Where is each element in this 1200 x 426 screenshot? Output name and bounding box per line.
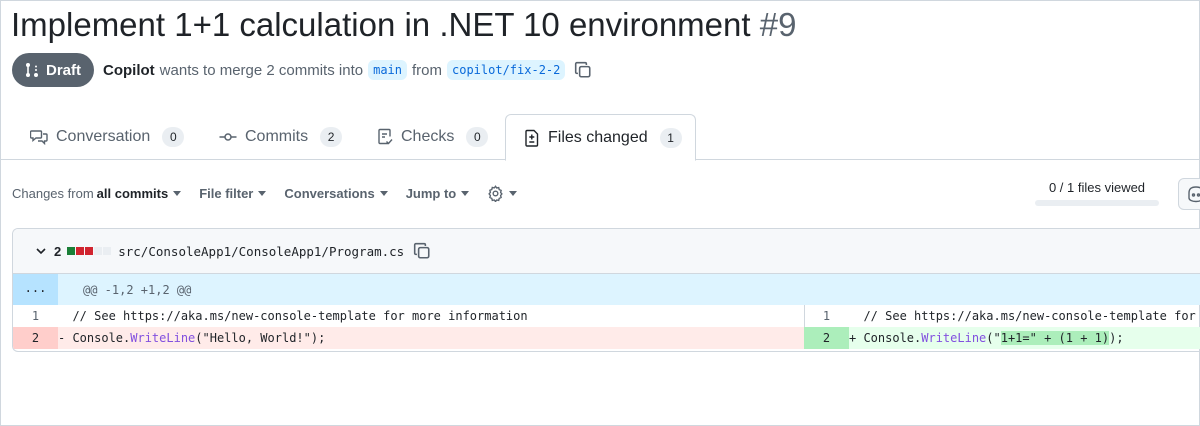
copilot-icon — [1188, 186, 1200, 203]
diffstat-bar — [67, 247, 112, 255]
draft-label: Draft — [46, 61, 82, 79]
tab-checks-count: 0 — [466, 127, 489, 147]
tab-files-changed-label: Files changed — [548, 128, 648, 146]
right-context-line: 1 // See https://aka.ms/new-console-temp… — [804, 305, 1200, 327]
gear-icon — [488, 184, 504, 202]
diffstat-neutral-block — [103, 247, 112, 255]
code-open: (" — [986, 331, 1001, 345]
diffstat-deleted-block — [76, 247, 85, 255]
tab-files-changed[interactable]: Files changed 1 — [505, 114, 696, 161]
code-args: ("Hello, World!"); — [195, 331, 326, 345]
diff-sign: - — [58, 331, 73, 345]
git-commit-icon — [219, 133, 237, 141]
from-text: from — [412, 61, 442, 79]
settings-dropdown[interactable] — [487, 184, 518, 202]
code-method: WriteLine — [130, 331, 196, 345]
changed-text-highlight: 1+1=" + (1 + 1) — [1000, 331, 1110, 345]
git-pull-request-draft-icon — [26, 63, 38, 77]
jump-to-label: Jump to — [405, 185, 457, 201]
file-diff-container: 2 src/ConsoleApp1/ConsoleApp1/Program.cs… — [12, 228, 1200, 352]
hunk-header-row: ... @@ -1,2 +1,2 @@ — [13, 274, 1200, 305]
diff-row-change: 2 - Console.WriteLine("Hello, World!"); … — [13, 327, 1200, 349]
diffstat-neutral-block — [94, 247, 103, 255]
line-number[interactable]: 1 — [13, 305, 58, 327]
diff-toolbar: Changes from all commits File filter Con… — [12, 181, 535, 205]
copilot-button[interactable] — [1178, 178, 1200, 210]
changes-from-value: all commits — [96, 185, 169, 201]
files-viewed-label: 0 / 1 files viewed — [1048, 180, 1146, 195]
diffstat-deleted-block — [85, 247, 94, 255]
pr-tabs: Conversation 0 Commits 2 Checks 0 Files … — [1, 114, 1200, 161]
draft-status-badge: Draft — [12, 53, 95, 87]
tab-checks[interactable]: Checks 0 — [377, 114, 489, 160]
file-filter-label: File filter — [199, 185, 254, 201]
deleted-code-line: - Console.WriteLine("Hello, World!"); — [58, 327, 804, 349]
merge-description: wants to merge 2 commits into — [159, 61, 364, 79]
changes-from-label: Changes from — [12, 185, 94, 201]
hunk-header: @@ -1,2 +1,2 @@ — [83, 282, 192, 297]
copy-icon[interactable] — [574, 61, 592, 79]
code-object: Console. — [72, 331, 131, 345]
tab-commits[interactable]: Commits 2 — [219, 114, 343, 160]
line-number[interactable]: 2 — [13, 327, 58, 349]
changes-from-dropdown[interactable]: Changes from all commits — [12, 185, 182, 201]
tab-files-changed-count: 1 — [659, 127, 682, 148]
code-line: // See https://aka.ms/new-console-templa… — [58, 309, 528, 323]
tab-commits-count: 2 — [320, 127, 343, 147]
expand-hunk-button[interactable]: ... — [13, 274, 58, 305]
file-changes-count: 2 — [54, 243, 62, 259]
line-number[interactable]: 1 — [804, 305, 849, 327]
chevron-down-icon — [509, 190, 518, 196]
code-line: // See https://aka.ms/new-console-templa… — [863, 309, 1196, 323]
copy-path-icon[interactable] — [413, 242, 431, 260]
tab-commits-label: Commits — [245, 128, 309, 145]
pr-title: Implement 1+1 calculation in .NET 10 env… — [11, 3, 796, 47]
line-number[interactable]: 2 — [804, 327, 849, 349]
files-viewed-bar — [1035, 200, 1159, 206]
pr-number: #9 — [759, 6, 797, 43]
tab-conversation-label: Conversation — [56, 128, 151, 145]
checklist-icon — [378, 128, 393, 145]
tab-checks-label: Checks — [401, 128, 455, 145]
tab-conversation[interactable]: Conversation 0 — [30, 114, 185, 160]
chevron-down-icon — [258, 190, 267, 196]
chevron-down-icon — [379, 190, 388, 196]
chevron-down-icon — [173, 190, 182, 196]
comment-discussion-icon — [30, 130, 48, 145]
tab-conversation-count: 0 — [162, 127, 185, 147]
deleted-line: 2 - Console.WriteLine("Hello, World!"); — [13, 327, 805, 349]
conversations-dropdown[interactable]: Conversations — [284, 185, 388, 201]
head-branch[interactable]: copilot/fix-2-2 — [447, 60, 566, 80]
file-path[interactable]: src/ConsoleApp1/ConsoleApp1/Program.cs — [118, 244, 404, 259]
pr-title-text: Implement 1+1 calculation in .NET 10 env… — [11, 6, 751, 43]
file-header: 2 src/ConsoleApp1/ConsoleApp1/Program.cs — [13, 229, 1200, 274]
added-line: 2 + Console.WriteLine("1+1=" + (1 + 1)); — [804, 327, 1200, 349]
collapse-chevron-icon[interactable] — [35, 245, 47, 257]
left-context-line: 1 // See https://aka.ms/new-console-temp… — [13, 305, 805, 327]
added-code-line: + Console.WriteLine("1+1=" + (1 + 1)); — [849, 327, 1200, 349]
base-branch[interactable]: main — [368, 60, 407, 80]
diffstat-added-block — [67, 247, 76, 255]
file-diff-icon — [525, 129, 539, 147]
jump-to-dropdown[interactable]: Jump to — [406, 186, 470, 201]
diff-sign: + — [849, 331, 864, 345]
file-filter-dropdown[interactable]: File filter — [199, 185, 267, 201]
code-close: ); — [1109, 331, 1124, 345]
files-viewed-progress: 0 / 1 files viewed — [1035, 180, 1159, 206]
chevron-down-icon — [461, 190, 470, 196]
code-object: Console. — [863, 331, 922, 345]
code-method: WriteLine — [921, 331, 987, 345]
conversations-label: Conversations — [284, 185, 375, 201]
diff-row-context: 1 // See https://aka.ms/new-console-temp… — [13, 305, 1200, 327]
author-link[interactable]: Copilot — [103, 62, 155, 79]
pr-meta-row: Draft Copilot wants to merge 2 commits i… — [12, 53, 592, 87]
